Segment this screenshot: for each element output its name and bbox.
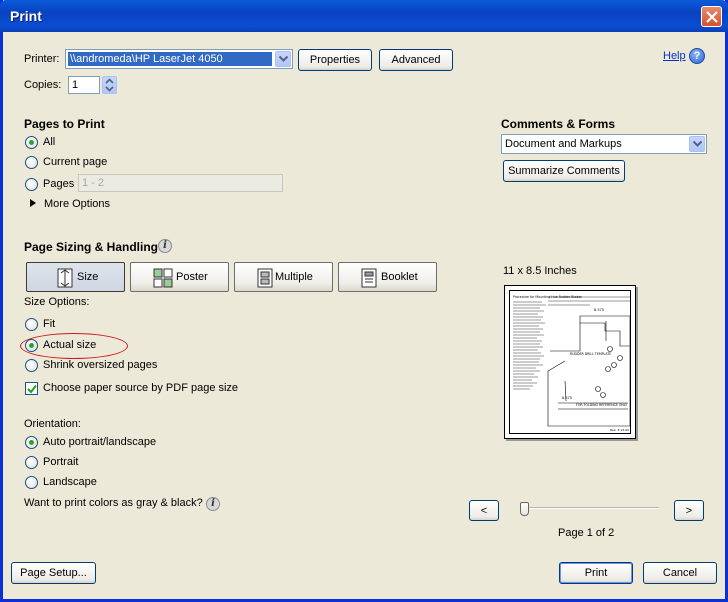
preview-rev-label: Rev: 3-13-00 bbox=[610, 428, 629, 432]
gray-question-label: Want to print colors as gray & black? bbox=[24, 497, 203, 509]
close-icon bbox=[706, 11, 718, 23]
paper-source-label: Choose paper source by PDF page size bbox=[43, 382, 239, 394]
window-title: Print bbox=[10, 8, 42, 24]
print-button[interactable]: Print bbox=[559, 562, 633, 584]
stepper-arrows-icon bbox=[105, 78, 114, 92]
radio-pages-label: Pages bbox=[43, 178, 75, 190]
info-icon[interactable]: i bbox=[206, 497, 220, 511]
page-setup-button[interactable]: Page Setup... bbox=[11, 562, 96, 584]
paper-size-label: 11 x 8.5 Inches bbox=[503, 265, 577, 277]
preview-dim-top: 8.375 bbox=[594, 308, 604, 312]
triangle-right-icon[interactable] bbox=[30, 199, 36, 207]
paper-source-checkbox[interactable] bbox=[25, 382, 38, 395]
page-preview: Procedure for Mounting Hue Rudder Blades… bbox=[504, 285, 636, 439]
multiple-button[interactable]: Multiple bbox=[234, 262, 333, 292]
page-sizing-title: Page Sizing & Handling bbox=[24, 240, 159, 254]
preview-dim-bottom: 6.375 bbox=[562, 396, 572, 400]
print-dialog: Print Printer: \\andromeda\HP LaserJet 4… bbox=[0, 0, 728, 602]
radio-fit[interactable] bbox=[25, 318, 38, 331]
radio-fit-label: Fit bbox=[43, 318, 56, 330]
size-icon bbox=[57, 268, 73, 288]
booklet-button[interactable]: Booklet bbox=[338, 262, 437, 292]
copies-stepper[interactable] bbox=[102, 76, 117, 94]
radio-all-label: All bbox=[43, 136, 56, 148]
radio-shrink-oversized[interactable] bbox=[25, 359, 38, 372]
pages-range-input[interactable]: 1 - 2 bbox=[78, 174, 283, 192]
page-slider-thumb[interactable] bbox=[520, 502, 529, 516]
preview-template-label: RUDDER DRILL TEMPLATE bbox=[570, 352, 611, 356]
radio-all[interactable] bbox=[25, 136, 38, 149]
pages-to-print-title: Pages to Print bbox=[24, 117, 105, 131]
booklet-icon bbox=[361, 268, 377, 288]
advanced-button[interactable]: Advanced bbox=[379, 49, 453, 71]
next-page-button[interactable]: > bbox=[674, 500, 704, 521]
size-button[interactable]: Size bbox=[26, 262, 125, 292]
printer-selected: \\andromeda\HP LaserJet 4050 bbox=[68, 52, 272, 66]
copies-label: Copies: bbox=[24, 79, 62, 91]
radio-portrait-label: Portrait bbox=[43, 456, 79, 468]
help-link[interactable]: Help bbox=[663, 50, 686, 62]
copies-input[interactable]: 1 bbox=[68, 76, 100, 94]
previous-page-button[interactable]: < bbox=[469, 500, 499, 521]
size-options-label: Size Options: bbox=[24, 296, 90, 308]
checkmark-icon bbox=[27, 384, 37, 394]
cancel-button[interactable]: Cancel bbox=[643, 562, 717, 584]
radio-auto-orientation[interactable] bbox=[25, 436, 38, 449]
comments-forms-select[interactable]: Document and Markups bbox=[501, 134, 707, 154]
radio-shrink-oversized-label: Shrink oversized pages bbox=[43, 359, 158, 371]
help-icon[interactable]: ? bbox=[689, 48, 705, 64]
printer-label: Printer: bbox=[24, 53, 60, 65]
comments-forms-title: Comments & Forms bbox=[501, 117, 616, 131]
page-indicator: Page 1 of 2 bbox=[558, 527, 615, 539]
radio-current-page-label: Current page bbox=[43, 156, 108, 168]
title-bar[interactable]: Print bbox=[0, 0, 728, 32]
info-icon[interactable]: i bbox=[158, 239, 172, 253]
radio-auto-orientation-label: Auto portrait/landscape bbox=[43, 436, 157, 448]
preview-fold-label: FOR FOLDING REFERENCE ONLY bbox=[576, 403, 627, 407]
preview-page: Procedure for Mounting Hue Rudder Blades… bbox=[509, 290, 631, 434]
preview-drawing: Procedure for Mounting Hue Rudder Blades… bbox=[513, 295, 631, 432]
multiple-pages-icon bbox=[257, 268, 273, 288]
summarize-comments-button[interactable]: Summarize Comments bbox=[503, 160, 625, 182]
radio-landscape-label: Landscape bbox=[43, 476, 97, 488]
page-slider-track[interactable] bbox=[523, 507, 659, 509]
poster-icon bbox=[153, 268, 173, 288]
annotation-ellipse bbox=[20, 333, 128, 359]
poster-button[interactable]: Poster bbox=[130, 262, 229, 292]
properties-button[interactable]: Properties bbox=[298, 49, 372, 71]
more-options-toggle[interactable]: More Options bbox=[44, 198, 110, 210]
chevron-down-icon[interactable] bbox=[689, 136, 705, 152]
printer-select[interactable]: \\andromeda\HP LaserJet 4050 bbox=[65, 49, 293, 69]
close-button[interactable] bbox=[701, 6, 722, 27]
radio-pages[interactable] bbox=[25, 178, 38, 191]
radio-portrait[interactable] bbox=[25, 456, 38, 469]
radio-landscape[interactable] bbox=[25, 476, 38, 489]
chevron-down-icon[interactable] bbox=[275, 51, 291, 67]
radio-current-page[interactable] bbox=[25, 156, 38, 169]
orientation-title: Orientation: bbox=[24, 418, 81, 430]
